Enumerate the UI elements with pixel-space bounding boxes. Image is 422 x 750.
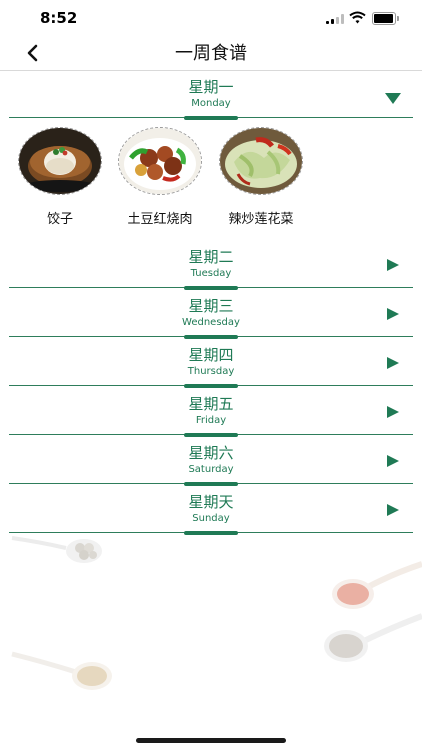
navigation-bar: 一周食谱: [0, 36, 422, 71]
dish-name: 饺子: [46, 212, 73, 227]
day-label-en: Friday: [195, 415, 227, 426]
day-label-en: Saturday: [188, 464, 234, 475]
spoon-decoration-icon: [11, 651, 112, 690]
dish-photo-dumplings: [18, 127, 102, 195]
status-time: 8:52: [40, 9, 78, 27]
day-indicator: [184, 116, 238, 120]
day-label-cn: 星期一: [188, 78, 234, 96]
day-label-en: Wednesday: [182, 317, 240, 328]
page-title: 一周食谱: [175, 43, 247, 64]
day-label-en: Thursday: [187, 366, 235, 377]
play-triangle-icon[interactable]: [387, 455, 399, 467]
play-triangle-icon[interactable]: [387, 308, 399, 320]
play-triangle-icon[interactable]: [387, 357, 399, 369]
day-indicator: [184, 531, 238, 535]
dish-card-dumplings[interactable]: 饺子: [17, 127, 103, 227]
day-label-en: Monday: [191, 98, 231, 109]
day-label-cn: 星期二: [188, 248, 234, 266]
wifi-icon: [349, 11, 366, 24]
spoon-decoration-icon: [11, 536, 102, 563]
day-label-en: Sunday: [192, 513, 230, 524]
play-triangle-icon[interactable]: [387, 406, 399, 418]
down-triangle-icon[interactable]: [385, 93, 401, 104]
day-label-cn: 星期六: [188, 444, 234, 462]
day-label-cn: 星期三: [188, 297, 234, 315]
day-header-sunday[interactable]: 星期天 Sunday: [9, 485, 413, 535]
spoon-decoration-icon: [324, 613, 422, 662]
play-triangle-icon[interactable]: [387, 504, 399, 516]
day-header-saturday[interactable]: 星期六 Saturday: [9, 436, 413, 486]
day-header-tuesday[interactable]: 星期二 Tuesday: [9, 240, 413, 290]
day-label-cn: 星期天: [188, 493, 234, 511]
signal-icon: [326, 14, 344, 24]
day-header-wednesday[interactable]: 星期三 Wednesday: [9, 289, 413, 339]
dish-name: 土豆红烧肉: [127, 212, 193, 227]
dish-card-stir-fried-cabbage[interactable]: 辣炒莲花菜: [218, 127, 304, 227]
status-bar: 8:52: [0, 0, 422, 36]
day-label-cn: 星期四: [188, 346, 234, 364]
day-label-en: Tuesday: [190, 268, 232, 279]
battery-icon: [372, 12, 399, 25]
dish-photo-stir-fried-cabbage: [219, 127, 303, 195]
spoon-decoration-icon: [332, 561, 422, 609]
home-indicator: [136, 738, 286, 743]
day-header-friday[interactable]: 星期五 Friday: [9, 387, 413, 437]
day-label-cn: 星期五: [188, 395, 234, 413]
dish-card-braised-pork[interactable]: 土豆红烧肉: [117, 127, 203, 227]
play-triangle-icon[interactable]: [387, 259, 399, 271]
dish-name: 辣炒莲花菜: [228, 212, 294, 227]
dish-photo-braised-pork: [118, 127, 202, 195]
day-header-thursday[interactable]: 星期四 Thursday: [9, 338, 413, 388]
day-header-monday[interactable]: 星期一 Monday: [9, 70, 413, 120]
